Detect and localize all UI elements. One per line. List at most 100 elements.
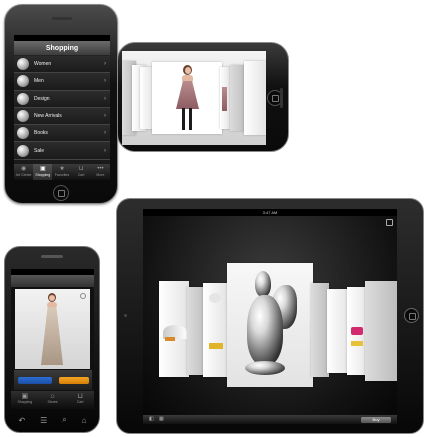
sculpture-body (247, 295, 283, 365)
model-photo (172, 65, 202, 133)
grid-icon[interactable]: ▦ (159, 416, 164, 422)
share-icon[interactable] (80, 293, 86, 299)
model-face (49, 295, 55, 301)
category-row-new-arrivals[interactable]: New Arrivals › (14, 107, 110, 126)
category-row-design[interactable]: Design › (14, 90, 110, 108)
sculpture-head (255, 271, 271, 297)
tab-cart[interactable]: ⊔ Cart (72, 164, 91, 180)
tab-label: Favorites (54, 173, 70, 177)
category-row-men[interactable]: Men › (14, 73, 110, 91)
product-thumbnail-accent (165, 337, 175, 341)
tab-shopping[interactable]: ▣ Shopping (33, 164, 53, 180)
category-row-books[interactable]: Books › (14, 125, 110, 143)
android-screen: ▣ Shopping ⌂ Stores ⊔ Cart (11, 269, 94, 409)
hardware-keys: ↶ ☰ ⌕ ⌂ (11, 413, 94, 427)
category-label: Sale (34, 147, 45, 154)
coverflow-card-selected[interactable] (152, 62, 222, 134)
tab-cart[interactable]: ⊔ Cart (66, 391, 94, 409)
bottom-toolbar: ◧ ▦ Buy (143, 415, 397, 424)
category-row-women[interactable]: Women › (14, 56, 110, 74)
buy-button-label: Buy (372, 416, 380, 422)
coverflow-card[interactable] (244, 61, 266, 135)
secondary-action-button[interactable] (59, 377, 89, 384)
chevron-right-icon: › (104, 78, 106, 85)
coverflow-card[interactable] (159, 281, 189, 377)
star-icon: ★ (59, 166, 65, 172)
bag-icon: ▣ (21, 393, 29, 400)
tag-icon (17, 110, 29, 123)
home-button[interactable] (404, 308, 419, 323)
cart-icon: ⊔ (78, 166, 84, 172)
menu-key-icon[interactable]: ☰ (40, 416, 47, 425)
back-key-icon[interactable]: ↶ (18, 416, 25, 425)
camera (124, 314, 127, 317)
chevron-right-icon: › (104, 147, 106, 154)
product-thumbnail (209, 293, 221, 303)
tab-label: Cart (77, 173, 85, 177)
iphone-landscape-device (117, 42, 289, 152)
category-label: Books (34, 130, 48, 137)
tab-label: Art Center (15, 173, 32, 177)
home-key-icon[interactable]: ⌂ (82, 416, 87, 425)
tab-favorites[interactable]: ★ Favorites (52, 164, 71, 180)
chevron-right-icon: › (104, 113, 106, 120)
coverflow-card[interactable] (203, 283, 227, 377)
tab-bar: ◉ Art Center ▣ Shopping ★ Favorites ⊔ Ca… (14, 164, 110, 180)
product-thumbnail-accent (209, 343, 223, 349)
tab-stores[interactable]: ⌂ Stores (39, 391, 67, 409)
android-device: ▣ Shopping ⌂ Stores ⊔ Cart ↶ ☰ ⌕ ⌂ (4, 246, 100, 433)
product-gallery[interactable] (15, 289, 90, 369)
book-icon (17, 127, 29, 140)
close-icon[interactable] (386, 219, 393, 226)
model-legs (189, 108, 192, 130)
model-face (184, 67, 191, 74)
coverflow-card[interactable] (365, 281, 397, 381)
product-caption (143, 405, 397, 411)
iphone-portrait-screen: Shopping Women › Men › Design › New Arri… (14, 35, 110, 180)
coverflow-card[interactable] (220, 67, 230, 129)
category-list: Women › Men › Design › New Arrivals › Bo… (14, 56, 110, 160)
model-dress (176, 81, 199, 109)
tab-shopping[interactable]: ▣ Shopping (11, 391, 39, 409)
ipad-device: 3:47 AM ◧ ▦ Buy (116, 198, 424, 434)
nav-title: Shopping (14, 41, 110, 56)
category-label: New Arrivals (34, 113, 62, 120)
home-button[interactable] (53, 185, 69, 201)
bag-icon: ▣ (39, 166, 46, 172)
chrome-sculpture-photo (241, 271, 301, 383)
search-key-icon[interactable]: ⌕ (62, 415, 66, 425)
tab-label: Shopping (17, 400, 33, 404)
sale-icon (17, 144, 29, 157)
iphone-portrait-device: Shopping Women › Men › Design › New Arri… (4, 4, 118, 204)
earpiece (280, 88, 283, 108)
model-photo (39, 293, 65, 367)
sculpture-base (245, 361, 285, 375)
speaker (41, 255, 63, 258)
model-legs (182, 108, 185, 130)
model-dress (41, 307, 63, 365)
tab-bar: ▣ Shopping ⌂ Stores ⊔ Cart (11, 391, 94, 409)
category-label: Design (34, 95, 50, 102)
primary-action-button[interactable] (18, 377, 52, 384)
promo-banner (14, 370, 92, 390)
status-bar: 3:47 AM (143, 209, 397, 216)
earpiece (52, 17, 72, 20)
shirt-icon (17, 75, 29, 88)
chevron-right-icon: › (104, 61, 106, 68)
chevron-right-icon: › (104, 95, 106, 102)
dress-icon (17, 58, 29, 71)
coverflow-card[interactable] (327, 289, 349, 373)
globe-icon: ◉ (20, 166, 27, 172)
chevron-right-icon: › (104, 130, 106, 137)
buy-button[interactable]: Buy (361, 416, 391, 423)
info-icon[interactable]: ◧ (149, 416, 154, 422)
category-row-sale[interactable]: Sale › (14, 142, 110, 160)
coverflow-screen (122, 51, 266, 145)
tab-art-center[interactable]: ◉ Art Center (14, 164, 33, 180)
coverflow-card-selected[interactable] (227, 263, 313, 387)
tab-more[interactable]: ••• More (91, 164, 110, 180)
product-thumbnail-accent (351, 327, 363, 335)
title-bar (11, 275, 94, 287)
tab-label: Cart (76, 400, 84, 404)
category-label: Women (34, 61, 52, 68)
